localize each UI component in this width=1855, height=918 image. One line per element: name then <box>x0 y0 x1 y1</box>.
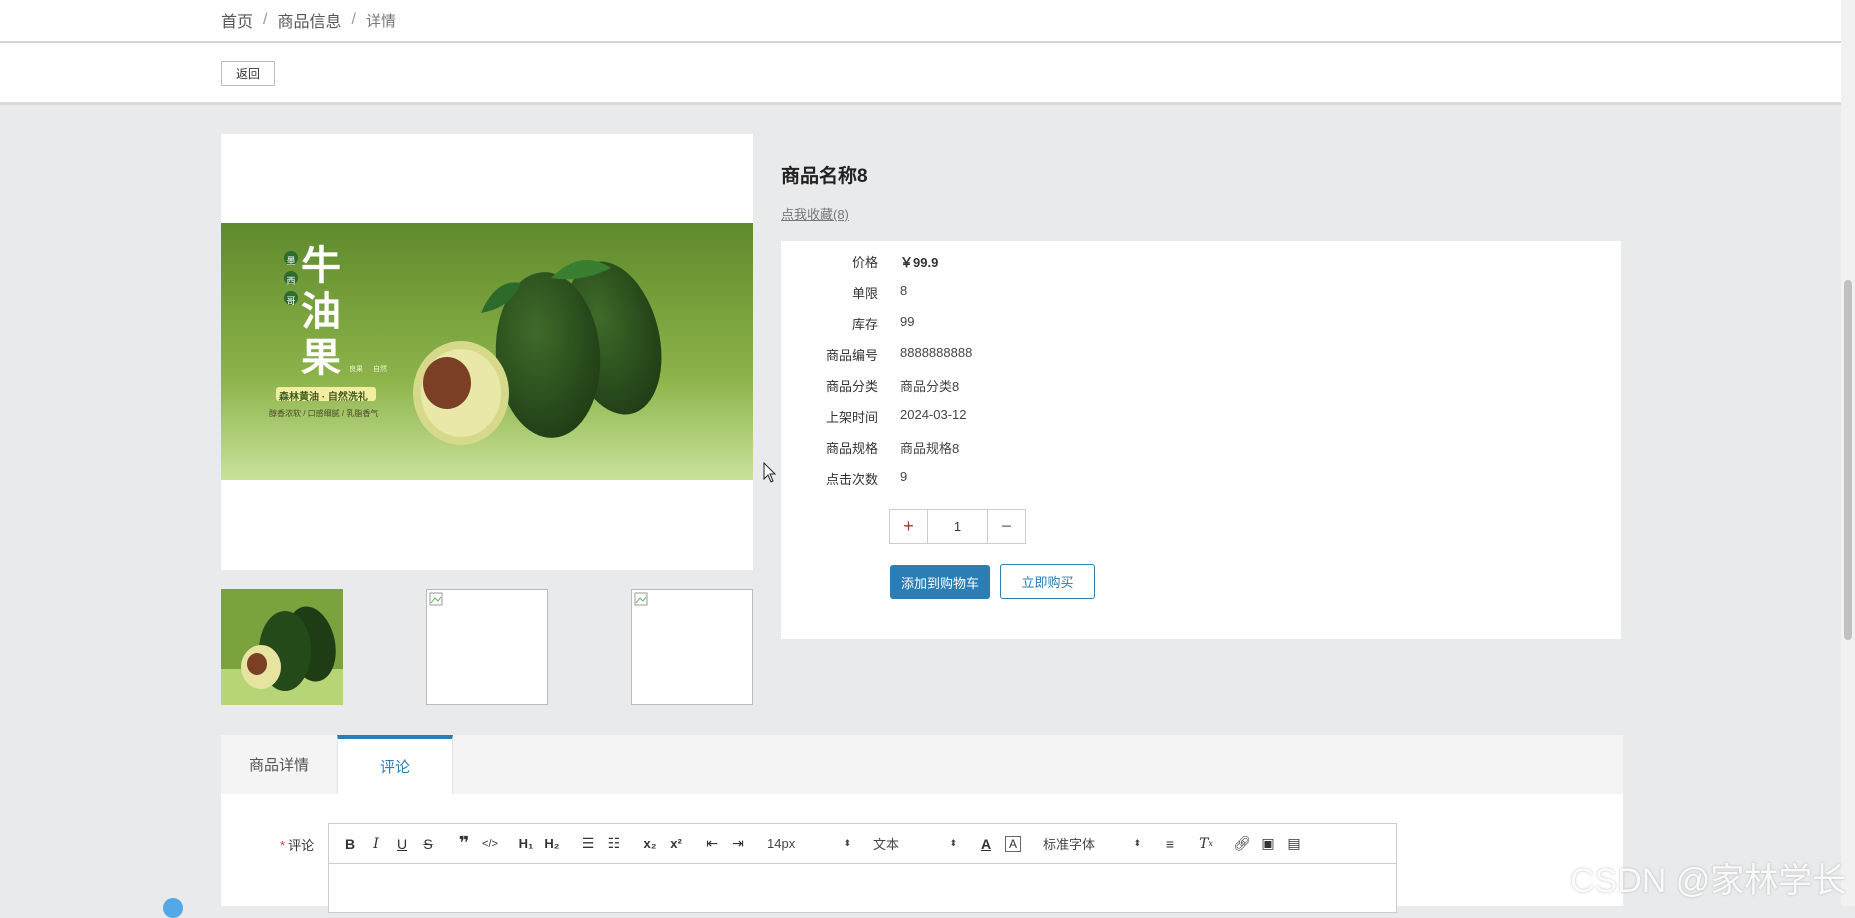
avocado-thumbnail-image <box>221 589 343 705</box>
info-row-category: 商品分类 商品分类8 <box>781 376 1621 396</box>
main-product-image-frame: 墨西哥 牛油果 良果 自然 森林黄油 · 自然洗礼 醇香浓软 / 口感细腻 / … <box>221 134 753 570</box>
align-left-icon[interactable]: ≡ <box>1157 831 1183 857</box>
background-color-icon[interactable]: A <box>1005 835 1021 852</box>
image-icon[interactable]: ▣ <box>1255 831 1281 857</box>
hero-features: 醇香浓软 / 口感细腻 / 乳脂香气 <box>269 409 379 418</box>
buy-now-button[interactable]: 立即购买 <box>1000 564 1095 599</box>
ordered-list-icon[interactable]: ☰ <box>575 831 601 857</box>
broken-image-icon <box>429 592 443 606</box>
breadcrumb-section[interactable]: 商品信息 <box>277 8 341 32</box>
underline-icon[interactable]: U <box>389 831 415 857</box>
info-value: 8888888888 <box>900 345 973 360</box>
block-type-value: 文本 <box>873 837 900 852</box>
info-label: 点击次数 <box>825 472 878 487</box>
superscript-icon[interactable]: x² <box>663 831 689 857</box>
hero-title-text: 牛油果 <box>301 242 341 381</box>
thumbnail-1[interactable] <box>221 589 343 705</box>
select-arrows-icon: ⬍ <box>949 838 957 848</box>
required-asterisk: * <box>280 838 286 853</box>
subscript-icon[interactable]: x₂ <box>637 831 663 857</box>
info-row-stock: 库存 99 <box>781 314 1621 334</box>
price-value: ￥99.9 <box>900 255 939 270</box>
select-arrows-icon: ⬍ <box>1133 838 1141 848</box>
hero-slogan: 森林黄油 · 自然洗礼 <box>279 392 368 403</box>
indent-icon[interactable]: ⇥ <box>725 831 751 857</box>
font-family-value: 标准字体 <box>1043 837 1096 852</box>
hero-tag-1: 良果 <box>349 366 363 373</box>
info-value: 99 <box>900 314 915 329</box>
outdent-icon[interactable]: ⇤ <box>699 831 725 857</box>
info-label: 价格 <box>851 255 878 270</box>
detail-tabs: 商品详情 评论 <box>221 735 1623 795</box>
italic-icon[interactable]: I <box>363 831 389 857</box>
back-button[interactable]: 返回 <box>221 61 275 86</box>
blockquote-icon[interactable]: ❞ <box>451 831 477 857</box>
info-label: 商品编号 <box>825 348 878 363</box>
info-row-clicks: 点击次数 9 <box>781 469 1621 489</box>
info-row-listed-date: 上架时间 2024-03-12 <box>781 407 1621 427</box>
thumbnail-3[interactable] <box>631 589 753 705</box>
info-row-limit: 单限 8 <box>781 283 1621 303</box>
mouse-cursor-icon <box>763 462 777 483</box>
link-icon[interactable]: 🔗︎ <box>1229 831 1255 857</box>
heading-2-icon[interactable]: H₂ <box>539 831 565 857</box>
floating-dot[interactable] <box>163 898 183 918</box>
video-icon[interactable]: ▤ <box>1281 831 1307 857</box>
info-label: 单限 <box>851 286 878 301</box>
info-value: 商品规格8 <box>900 441 960 456</box>
info-value: 商品分类8 <box>900 379 960 394</box>
broken-image-icon <box>634 592 648 606</box>
font-size-select[interactable]: 14px ⬍ <box>761 831 857 857</box>
font-color-icon[interactable]: A <box>973 831 999 857</box>
font-family-select[interactable]: 标准字体 ⬍ <box>1037 831 1147 857</box>
breadcrumb-separator: / <box>263 11 268 28</box>
tab-product-detail[interactable]: 商品详情 <box>221 735 337 794</box>
code-block-icon[interactable]: </> <box>477 831 503 857</box>
comment-label: * 评论 <box>280 835 314 854</box>
comment-label-text: 评论 <box>288 838 315 853</box>
heading-1-icon[interactable]: H₁ <box>513 831 539 857</box>
select-arrows-icon: ⬍ <box>843 838 851 848</box>
rich-text-editor: B I U S ❞ </> H₁ H₂ ☰ ☷ x₂ x² ⇤ ⇥ 14px ⬍… <box>328 823 1397 913</box>
breadcrumb-separator: / <box>351 11 356 28</box>
info-row-price: 价格 ￥99.9 <box>781 252 1621 272</box>
breadcrumb: 首页 / 商品信息 / 详情 <box>221 8 396 32</box>
bold-icon[interactable]: B <box>337 831 363 857</box>
breadcrumb-home[interactable]: 首页 <box>221 8 253 32</box>
thumbnail-2[interactable] <box>426 589 548 705</box>
info-row-spec: 商品规格 商品规格8 <box>781 438 1621 458</box>
info-value: 2024-03-12 <box>900 407 967 422</box>
minus-icon[interactable]: − <box>987 510 1025 543</box>
info-row-sku: 商品编号 8888888888 <box>781 345 1621 365</box>
add-to-cart-button[interactable]: 添加到购物车 <box>890 565 990 599</box>
breadcrumb-current: 详情 <box>365 12 396 30</box>
strikethrough-icon[interactable]: S <box>415 831 441 857</box>
favorite-link[interactable]: 点我收藏(8) <box>781 204 849 223</box>
hero-origin-text: 墨西哥 <box>286 256 296 306</box>
header-divider <box>0 41 1841 43</box>
info-value: 9 <box>900 469 908 484</box>
product-title: 商品名称8 <box>781 166 868 187</box>
info-value: 8 <box>900 283 908 298</box>
info-label: 上架时间 <box>825 410 878 425</box>
info-label: 库存 <box>851 317 878 332</box>
editor-toolbar: B I U S ❞ </> H₁ H₂ ☰ ☷ x₂ x² ⇤ ⇥ 14px ⬍… <box>329 824 1396 864</box>
plus-icon[interactable]: + <box>890 510 928 543</box>
info-label: 商品规格 <box>825 441 878 456</box>
font-size-value: 14px <box>767 836 796 851</box>
hero-tag-2: 自然 <box>373 366 387 373</box>
quantity-input[interactable]: 1 <box>928 510 987 543</box>
bullet-list-icon[interactable]: ☷ <box>601 831 627 857</box>
main-product-image[interactable]: 墨西哥 牛油果 良果 自然 森林黄油 · 自然洗礼 醇香浓软 / 口感细腻 / … <box>221 223 753 480</box>
scrollbar-thumb[interactable] <box>1844 280 1852 640</box>
quantity-stepper: + 1 − <box>889 509 1026 544</box>
watermark: CSDN @家林学长 <box>1570 862 1847 900</box>
clear-format-icon[interactable]: Tx <box>1193 831 1219 857</box>
block-type-select[interactable]: 文本 ⬍ <box>867 831 963 857</box>
info-label: 商品分类 <box>825 379 878 394</box>
tab-comment[interactable]: 评论 <box>337 735 453 794</box>
